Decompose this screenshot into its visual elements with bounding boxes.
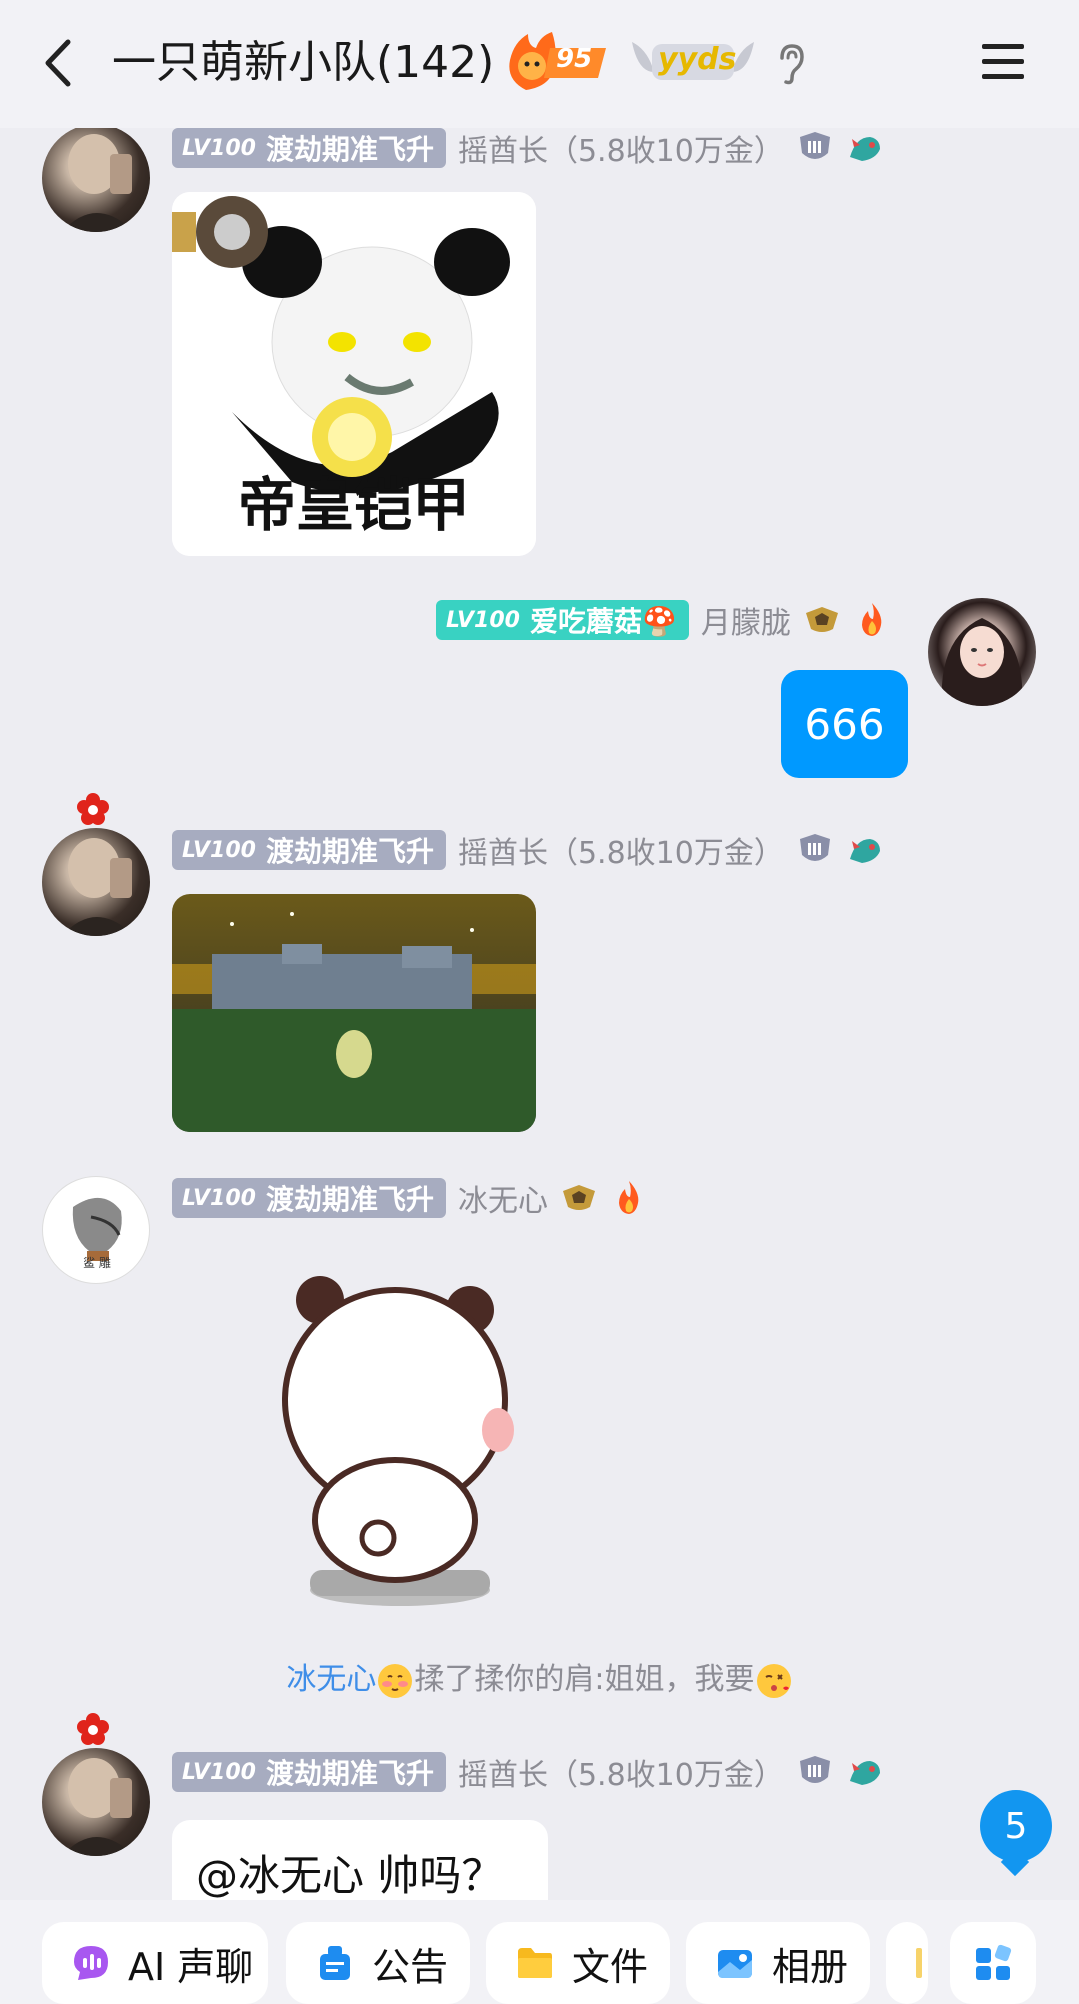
group-title[interactable]: 一只萌新小队(142) xyxy=(112,30,494,96)
message-meta: LV100 渡劫期准飞升 摇酋长（5.8收10万金） xyxy=(172,126,884,170)
files-button[interactable]: 文件 xyxy=(486,1922,670,2004)
sender-nickname[interactable]: 冰无心 xyxy=(458,1176,548,1220)
avatar[interactable] xyxy=(42,124,150,232)
shield-icon xyxy=(799,834,830,861)
yyds-badge: yyds xyxy=(628,32,758,92)
more-tools-partial-button[interactable] xyxy=(886,1922,928,2004)
kiss-face-emoji-icon xyxy=(756,1663,791,1698)
bottom-toolbar: AI 声聊 公告 文件 相册 xyxy=(0,1900,1079,2004)
ai-voice-chat-button[interactable]: AI 声聊 xyxy=(42,1922,268,2004)
announcement-button[interactable]: 公告 xyxy=(286,1922,470,2004)
image-message[interactable]: 帝皇铠甲 xyxy=(172,192,536,556)
shield-icon xyxy=(799,132,830,159)
message-meta: LV100 渡劫期准飞升 摇酋长（5.8收10万金） xyxy=(172,828,884,872)
crown-shield-icon xyxy=(805,607,838,632)
message-list[interactable]: LV100 渡劫期准飞升 摇酋长（5.8收10万金） 帝皇铠甲 LV100 爱吃蘑菇… xyxy=(0,0,1079,1924)
dragon-icon xyxy=(849,1761,880,1785)
ear-icon[interactable] xyxy=(774,42,808,86)
tool-label: 文件 xyxy=(572,1944,649,1989)
system-notice: 冰无心 揉了揉你的肩:姐姐，我要 xyxy=(0,1656,1079,1704)
fire-level-number: 95 xyxy=(556,44,593,74)
unread-count-badge[interactable]: 5 xyxy=(980,1790,1052,1862)
message-meta: LV100 渡劫期准飞升 冰无心 xyxy=(172,1176,648,1220)
level-badge: LV100 渡劫期准飞升 xyxy=(172,830,446,870)
panda-sticker[interactable] xyxy=(270,1270,530,1610)
sender-nickname[interactable]: 摇酋长（5.8收10万金） xyxy=(458,828,784,872)
sticker-caption: 帝皇铠甲 xyxy=(237,471,470,539)
shy-face-emoji-icon xyxy=(378,1663,413,1698)
avatar[interactable] xyxy=(42,828,150,936)
app-grid-icon xyxy=(976,1944,1012,1980)
message-text: 666 xyxy=(804,699,885,749)
flame-icon xyxy=(618,1181,639,1214)
announcement-icon xyxy=(320,1946,350,1980)
message-text: @冰无心 帅吗？ xyxy=(196,1850,504,1900)
notice-actor-link[interactable]: 冰无心 xyxy=(286,1662,376,1697)
text-message-bubble[interactable]: 666 xyxy=(781,670,908,778)
ai-voice-icon xyxy=(74,1946,108,1980)
level-badge: LV100 渡劫期准飞升 xyxy=(172,1752,446,1792)
game-screenshot-image xyxy=(172,894,536,1132)
level-badge: LV100 渡劫期准飞升 xyxy=(172,1178,446,1218)
flame-icon xyxy=(861,603,882,636)
album-button[interactable]: 相册 xyxy=(686,1922,870,2004)
crown-shield-icon xyxy=(562,1185,595,1210)
message-meta: LV100 爱吃蘑菇🍄 月朦胧 xyxy=(436,598,891,642)
sender-nickname[interactable]: 摇酋长（5.8收10万金） xyxy=(458,126,784,170)
sender-nickname[interactable]: 摇酋长（5.8收10万金） xyxy=(458,1750,784,1794)
shield-icon xyxy=(799,1756,830,1783)
message-meta: LV100 渡劫期准飞升 摇酋长（5.8收10万金） xyxy=(172,1750,884,1794)
fire-level-badge: 95 xyxy=(506,30,610,92)
tool-label: 相册 xyxy=(772,1944,849,1989)
album-icon xyxy=(718,1950,752,1978)
back-arrow-icon[interactable] xyxy=(36,30,82,96)
tool-label: 公告 xyxy=(372,1944,449,1989)
menu-icon[interactable] xyxy=(980,40,1026,84)
dragon-icon xyxy=(849,839,880,863)
dragon-icon xyxy=(849,137,880,161)
sender-nickname[interactable]: 月朦胧 xyxy=(701,598,791,642)
image-message[interactable] xyxy=(172,894,536,1132)
folder-icon xyxy=(518,1948,552,1978)
level-badge: LV100 渡劫期准飞升 xyxy=(172,128,446,168)
yyds-text: yyds xyxy=(658,42,737,77)
level-badge: LV100 爱吃蘑菇🍄 xyxy=(436,600,689,640)
avatar[interactable] xyxy=(928,598,1036,706)
avatar[interactable] xyxy=(42,1748,150,1856)
partial-tool-icon xyxy=(916,1948,922,1978)
flower-decoration-icon xyxy=(77,793,109,825)
avatar-caption: 鲨 雕 xyxy=(83,1256,111,1270)
notice-action-text: 揉了揉你的肩:姐姐，我要 xyxy=(414,1662,755,1697)
app-grid-button[interactable] xyxy=(950,1922,1036,2004)
avatar[interactable]: 鲨 雕 xyxy=(42,1176,150,1284)
chat-header: 一只萌新小队(142) 95 yyds xyxy=(0,0,1079,128)
tool-label: AI 声聊 xyxy=(128,1944,254,1989)
flower-decoration-icon xyxy=(77,1713,109,1745)
